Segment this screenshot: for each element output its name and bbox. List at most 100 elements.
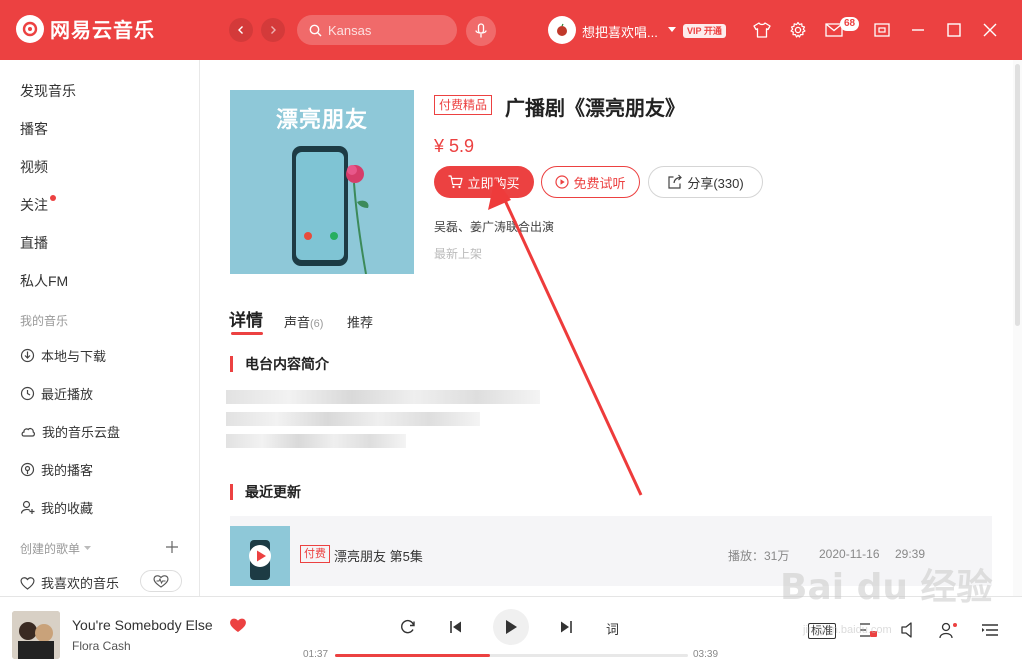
play-icon xyxy=(506,620,517,634)
price: ¥ 5.9 xyxy=(434,136,475,156)
sidebar-item-label: 我喜欢的音乐 xyxy=(41,576,120,591)
heartbeat-mode-button[interactable] xyxy=(140,570,182,592)
sidebar-item-liked-music[interactable]: 我喜欢的音乐 xyxy=(20,573,119,592)
playlist-icon xyxy=(982,624,998,636)
forward-button[interactable] xyxy=(261,18,285,42)
back-button[interactable] xyxy=(229,18,253,42)
sidebar-item-label: 本地与下载 xyxy=(41,349,107,364)
total-time: 03:39 xyxy=(693,649,719,660)
tab-recommend[interactable]: 推荐 xyxy=(347,312,373,331)
caret-down-icon[interactable] xyxy=(668,27,676,33)
tshirt-icon xyxy=(753,22,771,38)
play-button[interactable] xyxy=(493,609,529,645)
sidebar-item-label: 最近播放 xyxy=(41,387,94,402)
sidebar-item-live[interactable]: 直播 xyxy=(20,233,48,253)
intro-section-title: 电台内容简介 xyxy=(230,356,329,372)
sidebar-item-local-download[interactable]: 本地与下载 xyxy=(20,346,106,365)
updates-section-title: 最近更新 xyxy=(230,484,301,500)
next-button[interactable] xyxy=(556,617,576,637)
settings-button[interactable] xyxy=(786,18,810,42)
listen-together-button[interactable] xyxy=(938,619,960,641)
episode-thumbnail[interactable] xyxy=(230,526,290,586)
now-playing-cover[interactable] xyxy=(12,611,60,659)
playlist-button[interactable] xyxy=(979,619,1001,641)
lyrics-button[interactable]: 词 xyxy=(606,619,619,638)
artist-name[interactable]: Flora Cash xyxy=(72,639,131,653)
minimize-button[interactable] xyxy=(906,18,930,42)
close-button[interactable] xyxy=(978,18,1002,42)
progress-fill xyxy=(335,654,491,657)
created-playlists-header[interactable]: 创建的歌单 xyxy=(20,540,92,557)
gear-icon xyxy=(790,21,806,38)
sidebar-item-podcast[interactable]: 播客 xyxy=(20,119,48,139)
volume-button[interactable] xyxy=(898,619,920,641)
baidu-watermark-logo: Bai du 经验 xyxy=(780,567,993,608)
message-count-badge: 68 xyxy=(840,17,860,31)
created-playlists-label: 创建的歌单 xyxy=(20,542,81,556)
skip-forward-icon xyxy=(561,621,572,633)
sidebar-item-cloud[interactable]: 我的音乐云盘 xyxy=(20,422,120,441)
maximize-icon xyxy=(947,23,961,37)
scrollbar[interactable] xyxy=(1013,60,1022,596)
share-button[interactable]: 分享(330) xyxy=(648,166,763,198)
sidebar-item-collection[interactable]: 我的收藏 xyxy=(20,498,93,517)
sidebar-item-my-podcast[interactable]: 我的播客 xyxy=(20,460,93,479)
apple-avatar-icon xyxy=(557,23,567,36)
scrollbar-thumb[interactable] xyxy=(1015,64,1020,326)
sidebar-item-follow-label: 关注 xyxy=(20,197,48,213)
album-art-illustration xyxy=(12,611,60,659)
search-box[interactable] xyxy=(297,15,457,45)
song-title[interactable]: You're Somebody Else xyxy=(72,617,213,633)
vip-badge[interactable]: VIP 开通 xyxy=(683,24,726,38)
sidebar-item-label: 我的音乐云盘 xyxy=(42,425,121,440)
buy-now-button[interactable]: 立即购买 xyxy=(434,166,534,198)
caret-down-icon xyxy=(84,546,92,550)
add-playlist-icon[interactable] xyxy=(166,541,178,553)
cloud-icon xyxy=(21,428,35,437)
mini-mode-button[interactable] xyxy=(870,18,894,42)
user-avatar[interactable] xyxy=(548,16,576,44)
tab-sounds-count: (6) xyxy=(310,318,324,330)
liked-heart-icon[interactable] xyxy=(229,617,247,633)
app-logo[interactable]: 网易云音乐 xyxy=(16,14,155,43)
previous-button[interactable] xyxy=(446,617,466,637)
close-icon xyxy=(983,23,997,37)
tab-sounds[interactable]: 声音(6) xyxy=(284,312,323,331)
free-trial-button[interactable]: 免费试听 xyxy=(541,166,640,198)
blurred-intro-line xyxy=(226,390,540,404)
current-time: 01:37 xyxy=(303,649,329,660)
microphone-icon xyxy=(475,23,487,38)
baidu-watermark-url: jingyan.baidu.com xyxy=(803,624,892,636)
username[interactable]: 想把喜欢唱... xyxy=(582,22,658,41)
main-content: 漂亮朋友 付费精品 广播剧《漂亮朋友》 ¥ 5.9 立即购买 免费试听 分享(3… xyxy=(201,60,1013,596)
episode-title[interactable]: 漂亮朋友 第5集 xyxy=(334,546,423,565)
blurred-intro-line xyxy=(226,434,406,448)
phone-rose-illustration xyxy=(292,146,369,274)
sidebar-item-follow[interactable]: 关注 xyxy=(20,195,56,215)
notification-dot xyxy=(50,195,56,201)
search-input[interactable] xyxy=(328,22,438,38)
podcast-icon xyxy=(20,462,35,477)
cart-icon xyxy=(448,175,464,189)
netease-logo-icon xyxy=(16,14,44,43)
play-overlay-icon xyxy=(249,540,271,580)
clock-icon xyxy=(20,386,35,401)
my-music-header: 我的音乐 xyxy=(20,314,69,328)
sidebar-item-video[interactable]: 视频 xyxy=(20,157,48,177)
loop-button[interactable] xyxy=(398,617,418,637)
voice-search-button[interactable] xyxy=(466,16,496,46)
active-tab-indicator xyxy=(231,332,263,335)
paid-premium-tag: 付费精品 xyxy=(434,95,493,115)
heartbeat-icon xyxy=(153,575,169,588)
program-cover[interactable]: 漂亮朋友 xyxy=(230,90,414,274)
maximize-button[interactable] xyxy=(942,18,966,42)
sidebar-item-recent[interactable]: 最近播放 xyxy=(20,384,93,403)
sidebar-item-discover[interactable]: 发现音乐 xyxy=(20,81,76,101)
sidebar-item-label: 我的收藏 xyxy=(41,501,94,516)
repeat-icon xyxy=(401,619,415,634)
skip-back-icon xyxy=(450,621,461,633)
progress-bar[interactable] xyxy=(335,654,688,657)
skin-button[interactable] xyxy=(750,18,774,42)
sidebar-item-fm[interactable]: 私人FM xyxy=(20,271,68,291)
tab-details[interactable]: 详情 xyxy=(229,306,263,331)
